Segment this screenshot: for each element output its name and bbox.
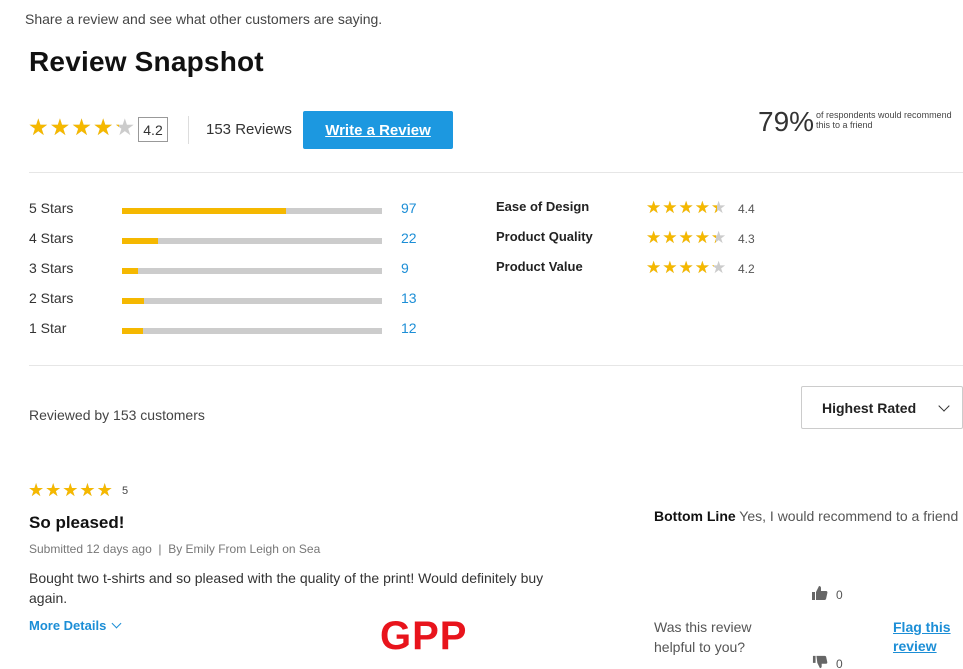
histogram-bar-fill	[122, 298, 145, 304]
review-rating-value: 5	[122, 485, 129, 497]
helpful-yes-count: 0	[836, 588, 843, 602]
histogram-bar	[122, 268, 382, 274]
histogram-row[interactable]: 5 Stars 97	[29, 200, 429, 220]
histogram-count[interactable]: 12	[401, 320, 417, 336]
star-icon: ★★	[62, 480, 79, 500]
more-details-label: More Details	[29, 618, 107, 633]
star-icon: ★★	[71, 114, 92, 140]
histogram-count[interactable]: 22	[401, 230, 417, 246]
star-icon: ★★	[92, 114, 114, 140]
histogram-row[interactable]: 2 Stars 13	[29, 290, 429, 310]
recommend-percent: 79%	[758, 106, 815, 137]
review-count: 153 Reviews	[206, 121, 292, 138]
attribute-stars: ★★★★★★★★★★	[646, 259, 726, 276]
star-icon: ★★	[694, 228, 710, 247]
write-review-button[interactable]: Write a Review	[303, 111, 453, 149]
attribute-label: Product Quality	[496, 229, 593, 244]
histogram-bar	[122, 208, 382, 214]
histogram-row[interactable]: 3 Stars 9	[29, 260, 429, 280]
section-divider	[29, 172, 963, 173]
star-icon: ★★	[678, 258, 694, 277]
star-icon: ★★	[662, 258, 678, 277]
bottom-line: Bottom Line Yes, I would recommend to a …	[654, 506, 959, 526]
helpful-question: Was this review helpful to you?	[654, 619, 752, 655]
divider	[188, 116, 189, 144]
chevron-down-icon	[938, 400, 950, 412]
attribute-label: Product Value	[496, 259, 583, 274]
star-icon: ★★	[49, 114, 71, 140]
sort-select[interactable]: Highest Rated	[801, 386, 963, 429]
thumbs-up-icon[interactable]	[811, 585, 828, 605]
attribute-row: Product Quality★★★★★★★★★★4.3	[496, 229, 776, 249]
flag-review-link[interactable]: Flag this review	[893, 618, 963, 656]
recommend-note: of respondents would recommend this to a…	[816, 110, 952, 130]
watermark: GPP	[380, 614, 468, 658]
star-icon: ★★	[678, 228, 694, 247]
thumbs-down-icon[interactable]	[811, 655, 828, 669]
attribute-value: 4.2	[738, 262, 755, 276]
star-icon: ★★	[96, 480, 113, 500]
attribute-value: 4.3	[738, 232, 755, 246]
histogram-label: 2 Stars	[29, 290, 74, 306]
review-rating-stars: ★ ★ ★ ★ ★ ★ ★ ★ ★ ★	[28, 481, 113, 499]
page-title: Review Snapshot	[29, 46, 264, 77]
star-icon: ★★	[711, 258, 727, 277]
reviewed-by-text: Reviewed by 153 customers	[29, 407, 205, 423]
histogram-row[interactable]: 1 Star 12	[29, 320, 429, 340]
histogram-label: 4 Stars	[29, 230, 74, 246]
star-icon: ★★	[711, 228, 727, 247]
star-icon: ★★	[114, 114, 136, 140]
histogram-bar	[122, 328, 382, 334]
histogram-label: 5 Stars	[29, 200, 74, 216]
star-icon: ★★	[646, 198, 662, 217]
histogram-bar-fill	[122, 208, 286, 214]
attribute-label: Ease of Design	[496, 199, 590, 214]
star-icon: ★★	[678, 198, 694, 217]
chevron-down-icon	[111, 618, 122, 629]
helpful-no-count: 0	[836, 657, 843, 669]
histogram-bar	[122, 298, 382, 304]
histogram-count[interactable]: 9	[401, 260, 409, 276]
attribute-value: 4.4	[738, 202, 755, 216]
histogram-bar-fill	[122, 238, 159, 244]
star-icon: ★★	[711, 198, 727, 217]
bottom-line-text: Yes, I would recommend to a friend	[739, 508, 959, 524]
histogram-count[interactable]: 13	[401, 290, 417, 306]
star-icon: ★★	[694, 198, 710, 217]
attribute-row: Ease of Design★★★★★★★★★★4.4	[496, 199, 776, 219]
overall-rating-stars: ★★★★★★★★★★	[28, 116, 135, 139]
attribute-stars: ★★★★★★★★★★	[646, 199, 726, 216]
intro-text: Share a review and see what other custom…	[25, 11, 383, 27]
attribute-stars: ★★★★★★★★★★	[646, 229, 726, 246]
histogram-bar-fill	[122, 328, 143, 334]
star-icon: ★★	[28, 480, 45, 500]
star-icon: ★★	[694, 258, 710, 277]
histogram-row[interactable]: 4 Stars 22	[29, 230, 429, 250]
histogram-label: 1 Star	[29, 320, 67, 336]
more-details-link[interactable]: More Details	[29, 618, 122, 633]
star-icon: ★★	[28, 114, 49, 140]
star-icon: ★★	[79, 480, 96, 500]
star-icon: ★★	[646, 228, 662, 247]
review-meta: Submitted 12 days ago | By Emily From Le…	[29, 542, 321, 556]
review-body: Bought two t-shirts and so pleased with …	[29, 570, 544, 606]
section-divider	[29, 365, 963, 366]
histogram-label: 3 Stars	[29, 260, 74, 276]
histogram-bar-fill	[122, 268, 138, 274]
attribute-row: Product Value★★★★★★★★★★4.2	[496, 259, 776, 279]
star-icon: ★★	[662, 198, 678, 217]
star-icon: ★★	[45, 480, 62, 500]
average-rating-badge: 4.2	[138, 117, 168, 142]
star-icon: ★★	[646, 258, 662, 277]
review-title: So pleased!	[29, 513, 125, 532]
sort-selected-label: Highest Rated	[822, 399, 917, 416]
star-icon: ★★	[662, 228, 678, 247]
histogram-count[interactable]: 97	[401, 200, 417, 216]
bottom-line-label: Bottom Line	[654, 508, 736, 524]
histogram-bar	[122, 238, 382, 244]
